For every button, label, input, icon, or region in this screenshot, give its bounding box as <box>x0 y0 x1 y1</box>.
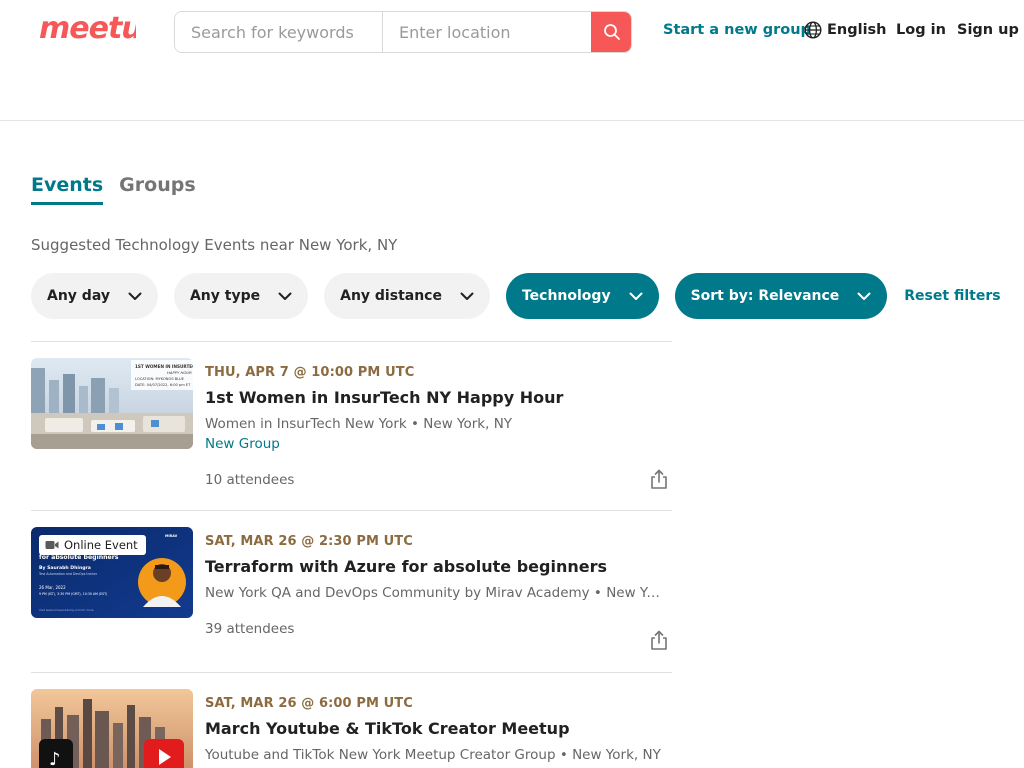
filter-label: Any day <box>47 288 110 304</box>
event-attendees: 39 attendees <box>205 621 295 637</box>
event-card[interactable]: for absolute beginners By Saurabh Dhingr… <box>31 510 672 672</box>
share-icon[interactable] <box>648 468 670 490</box>
svg-text:HAPPY HOUR: HAPPY HOUR <box>167 370 192 375</box>
chevron-down-icon <box>278 292 292 300</box>
filter-label: Technology <box>521 288 611 304</box>
share-icon[interactable] <box>648 629 670 651</box>
filter-category[interactable]: Technology <box>505 273 659 319</box>
tab-groups[interactable]: Groups <box>119 174 195 205</box>
event-attendees: 10 attendees <box>205 472 295 488</box>
chevron-down-icon <box>460 292 474 300</box>
svg-text:1ST WOMEN IN INSURTECH NY: 1ST WOMEN IN INSURTECH NY <box>135 364 193 369</box>
event-group: Youtube and TikTok New York Meetup Creat… <box>205 747 661 763</box>
svg-text:26 Mar, 2022: 26 Mar, 2022 <box>39 585 66 590</box>
event-date: THU, APR 7 @ 10:00 PM UTC <box>205 365 415 380</box>
event-thumbnail[interactable]: for absolute beginners By Saurabh Dhingr… <box>31 527 193 618</box>
svg-text:DATE: 04/07/2022, 6:00 pm ET: DATE: 04/07/2022, 6:00 pm ET <box>135 383 191 387</box>
search-bar <box>174 11 632 53</box>
tab-events[interactable]: Events <box>31 174 104 205</box>
video-camera-icon <box>45 541 59 549</box>
event-group: New York QA and DevOps Community by Mira… <box>205 585 667 601</box>
event-date: SAT, MAR 26 @ 6:00 PM UTC <box>205 696 413 711</box>
filter-any-distance[interactable]: Any distance <box>324 273 490 319</box>
chevron-down-icon <box>629 292 643 300</box>
svg-text:for absolute beginners: for absolute beginners <box>39 554 119 561</box>
filter-label: Any distance <box>340 288 442 304</box>
results-subtitle: Suggested Technology Events near New Yor… <box>31 236 398 254</box>
event-thumbnail[interactable]: 1ST WOMEN IN INSURTECH NY HAPPY HOUR LOC… <box>31 358 193 449</box>
svg-text:9 PM (IST), 3:30 PM (GMT), 10:: 9 PM (IST), 3:30 PM (GMT), 10:30 AM (EST… <box>39 592 107 596</box>
event-title[interactable]: March Youtube & TikTok Creator Meetup <box>205 719 570 738</box>
event-title[interactable]: Terraform with Azure for absolute beginn… <box>205 557 607 576</box>
search-icon <box>603 24 620 40</box>
svg-text:meetup: meetup <box>39 12 136 46</box>
online-event-label: Online Event <box>64 538 138 552</box>
keyword-search-input[interactable] <box>175 12 383 52</box>
event-group: Women in InsurTech New York • New York, … <box>205 416 513 432</box>
globe-icon <box>804 21 822 39</box>
start-new-group-link[interactable]: Start a new group <box>663 22 811 38</box>
chevron-down-icon <box>128 292 142 300</box>
filter-label: Sort by: Relevance <box>690 288 840 304</box>
reset-filters-link[interactable]: Reset filters <box>904 288 1000 304</box>
svg-text:MIRAV: MIRAV <box>165 534 178 538</box>
site-header: meetup Start a new group English Log in … <box>0 0 1024 121</box>
event-date: SAT, MAR 26 @ 2:30 PM UTC <box>205 534 413 549</box>
location-input[interactable] <box>383 12 591 52</box>
new-group-badge: New Group <box>205 436 280 452</box>
svg-text:♪: ♪ <box>49 749 61 768</box>
meetup-logo[interactable]: meetup <box>38 12 136 52</box>
event-card[interactable]: ♪ SAT, MAR 26 @ 6:00 PM UTC March Youtub… <box>31 672 672 768</box>
event-title[interactable]: 1st Women in InsurTech NY Happy Hour <box>205 388 563 407</box>
signup-link[interactable]: Sign up <box>957 22 1019 38</box>
svg-text:By Saurabh Dhingra: By Saurabh Dhingra <box>39 565 91 571</box>
search-button[interactable] <box>591 12 631 52</box>
event-card[interactable]: 1ST WOMEN IN INSURTECH NY HAPPY HOUR LOC… <box>31 341 672 510</box>
filter-bar: Any day Any type Any distance Technology… <box>31 273 1001 319</box>
svg-text:LOCATION: MYKONOS BLUE: LOCATION: MYKONOS BLUE <box>135 377 185 381</box>
filter-sort[interactable]: Sort by: Relevance <box>674 273 888 319</box>
login-link[interactable]: Log in <box>896 22 946 38</box>
language-label: English <box>827 22 887 38</box>
chevron-down-icon <box>857 292 871 300</box>
filter-label: Any type <box>189 288 261 304</box>
result-tabs: Events Groups <box>31 174 196 205</box>
filter-any-day[interactable]: Any day <box>31 273 158 319</box>
online-event-badge: Online Event <box>39 535 146 555</box>
svg-text:Test Automation and DevOps tra: Test Automation and DevOps trainer <box>38 572 98 576</box>
filter-any-type[interactable]: Any type <box>173 273 309 319</box>
svg-text:Visit www.miravacademy.com for: Visit www.miravacademy.com for more <box>39 608 94 612</box>
event-list: 1ST WOMEN IN INSURTECH NY HAPPY HOUR LOC… <box>31 341 672 768</box>
language-selector[interactable]: English <box>804 21 887 39</box>
event-thumbnail[interactable]: ♪ <box>31 689 193 768</box>
